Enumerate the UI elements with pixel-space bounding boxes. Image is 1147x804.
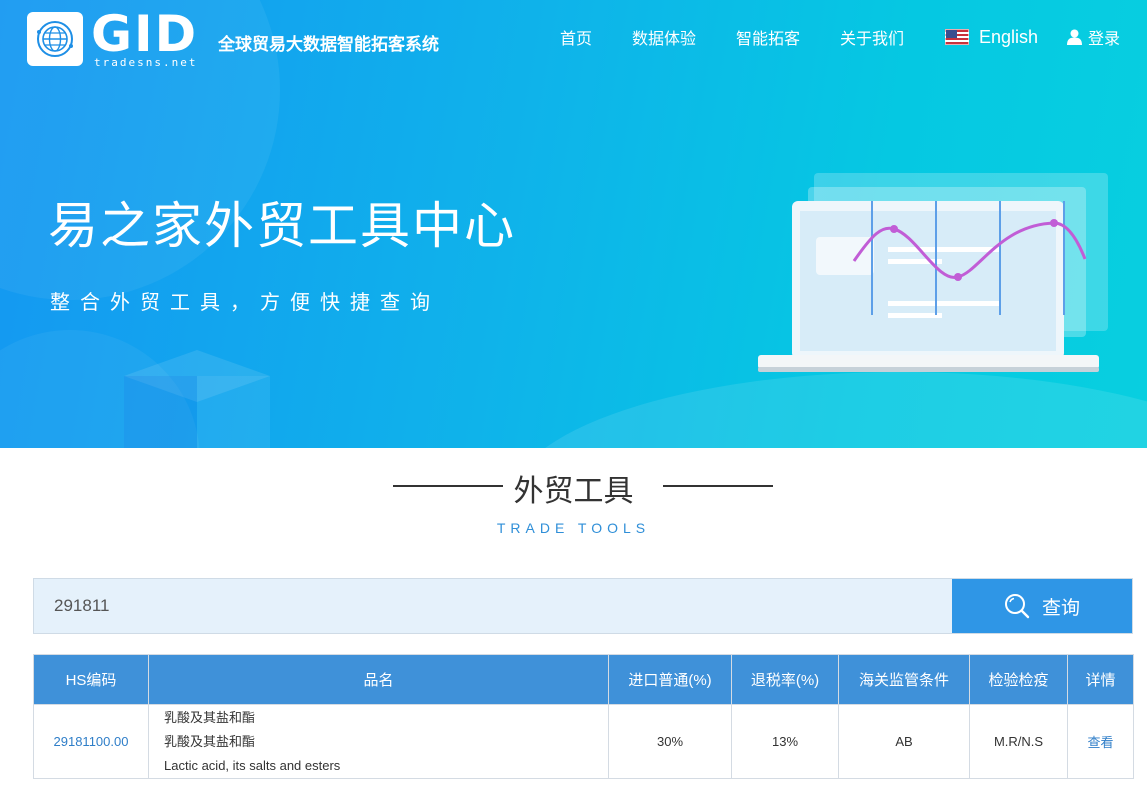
col-header-product-name: 品名: [148, 654, 609, 705]
hero-subtitle: 整合外贸工具，方便快捷查询: [50, 292, 440, 314]
tax-refund-cell: 13%: [731, 704, 839, 779]
search-button-label: 查询: [1041, 597, 1080, 619]
import-general-cell: 30%: [608, 704, 732, 779]
language-switch[interactable]: English: [945, 26, 1038, 48]
section-title: 外贸工具: [513, 475, 634, 508]
col-header-inspection: 检验检疫: [969, 654, 1068, 705]
logo-wordmark[interactable]: GID: [91, 6, 198, 62]
us-flag-icon: [945, 29, 969, 45]
decor-wave: [510, 372, 1147, 448]
hero-banner: GID tradesns.net 全球贸易大数据智能拓客系统 首页 数据体验 智…: [0, 0, 1147, 448]
search-button[interactable]: 查询: [952, 579, 1132, 633]
search-icon: [1004, 594, 1030, 619]
customs-condition-cell: AB: [838, 704, 970, 779]
product-name-line: 乳酸及其盐和酯: [164, 733, 256, 749]
col-header-customs-condition: 海关监管条件: [838, 654, 970, 705]
nav-about[interactable]: 关于我们: [840, 26, 904, 48]
search-bar: 查询: [33, 578, 1133, 634]
col-header-import-general: 进口普通(%): [608, 654, 732, 705]
view-detail-link[interactable]: 查看: [1087, 735, 1113, 750]
section-subtitle: TRADE TOOLS: [496, 520, 651, 536]
product-name-cell: 乳酸及其盐和酯 乳酸及其盐和酯 Lactic acid, its salts a…: [148, 704, 609, 779]
decor-cube: [197, 376, 270, 448]
language-label: English: [979, 26, 1039, 47]
decor-cube: [124, 376, 197, 448]
col-header-tax-refund: 退税率(%): [731, 654, 839, 705]
hs-results-table: HS编码 品名 进口普通(%) 退税率(%) 海关监管条件 检验检疫 详情 29…: [33, 654, 1134, 779]
product-name-line: 乳酸及其盐和酯: [164, 709, 256, 725]
nav-smart-prospecting[interactable]: 智能拓客: [736, 26, 800, 48]
hs-code-cell: 29181100.00: [33, 704, 149, 779]
inspection-cell: M.R/N.S: [969, 704, 1068, 779]
hs-code-search-input[interactable]: [34, 579, 952, 633]
logo-domain: tradesns.net: [94, 56, 198, 69]
col-header-hs-code: HS编码: [33, 654, 149, 705]
nav-home[interactable]: 首页: [560, 26, 592, 48]
user-icon: [1067, 29, 1082, 45]
hero-title: 易之家外贸工具中心: [48, 198, 516, 254]
logo[interactable]: [27, 12, 83, 66]
hs-code-link[interactable]: 29181100.00: [54, 734, 129, 749]
col-header-detail: 详情: [1067, 654, 1134, 705]
table-header-row: HS编码 品名 进口普通(%) 退税率(%) 海关监管条件 检验检疫 详情: [33, 654, 1134, 705]
table-row: 29181100.00 乳酸及其盐和酯 乳酸及其盐和酯 Lactic acid,…: [33, 704, 1134, 779]
login-link[interactable]: 登录: [1067, 26, 1120, 48]
globe-logo-icon: [37, 21, 73, 57]
laptop-chart-illustration: [758, 173, 1108, 372]
product-name-english: Lactic acid, its salts and esters: [164, 757, 341, 773]
nav-data-experience[interactable]: 数据体验: [632, 26, 696, 48]
title-rule-right: [663, 485, 773, 487]
login-label: 登录: [1088, 31, 1121, 48]
brand-slogan: 全球贸易大数据智能拓客系统: [218, 35, 439, 54]
detail-cell: 查看: [1067, 704, 1134, 779]
